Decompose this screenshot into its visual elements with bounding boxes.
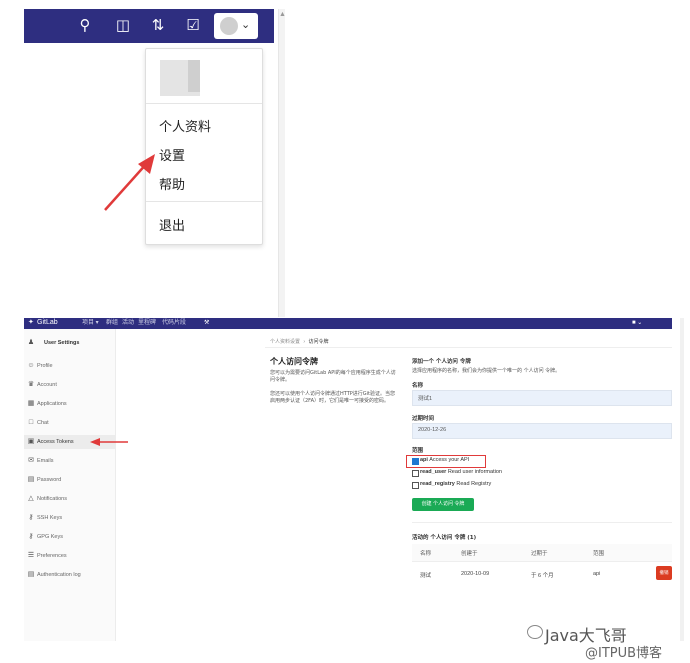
scope-api-checkbox[interactable]	[412, 458, 419, 465]
column-header: 创建于	[461, 551, 478, 557]
menu-item-logout[interactable]: 退出	[159, 215, 185, 234]
scrollbar[interactable]: ▲	[278, 9, 286, 317]
breadcrumb-item[interactable]: 个人资料设置	[270, 339, 300, 345]
sidebar-item-emails[interactable]: ✉ Emails	[24, 454, 115, 468]
sidebar-item-applications[interactable]: ▦ Applications	[24, 397, 115, 411]
token-scope-cell: api	[593, 571, 601, 577]
form-description: 选择应用程序的名称，我们会为你提供一个唯一的 个人访问 令牌。	[412, 368, 561, 374]
token-created-cell: 2020-10-09	[461, 571, 490, 577]
breadcrumb-item: 访问令牌	[308, 339, 329, 345]
name-label: 名称	[412, 383, 424, 389]
scrollbar[interactable]	[680, 318, 684, 641]
applications-icon: ▦	[27, 400, 35, 407]
form-heading: 添加一个 个人访问 令牌	[412, 359, 471, 365]
active-tokens-heading: 活动的 个人访问 令牌 (1)	[412, 535, 477, 541]
sidebar-header: ♟ User Settings	[24, 336, 115, 350]
token-expires-cell: 于 6 个月	[531, 573, 554, 579]
nav-snippets[interactable]: 代码片段	[162, 318, 186, 328]
avatar	[220, 17, 238, 35]
column-header: 名称	[420, 551, 432, 557]
sidebar-item-account[interactable]: ♛ Account	[24, 378, 115, 392]
expiry-label: 过期时间	[412, 416, 435, 422]
search-icon[interactable]: ⚲	[76, 17, 94, 35]
token-name-cell: 测试	[420, 573, 432, 579]
dropdown-avatar	[160, 60, 200, 96]
menu-item-help[interactable]: 帮助	[159, 174, 185, 193]
wrench-icon[interactable]: ⚒	[204, 318, 209, 328]
gitlab-navbar: ✦ GitLab 项目 ▾ 群组 活动 里程碑 代码片段 ⚒ ■ ⌄	[24, 318, 672, 329]
sidebar-item-ssh-keys[interactable]: ⚷ SSH Keys	[24, 511, 115, 525]
sidebar-item-profile[interactable]: ☺ Profile	[24, 359, 115, 373]
ssh-keys-icon: ⚷	[28, 514, 34, 521]
merge-request-icon[interactable]: ⇅	[149, 17, 167, 35]
user-icon: ♟	[27, 339, 35, 346]
divider	[146, 103, 262, 104]
divider	[412, 522, 672, 523]
todo-check-icon[interactable]: ☑	[184, 17, 202, 35]
access-tokens-icon: ▣	[27, 438, 35, 445]
settings-sidebar: ♟ User Settings ☺ Profile ♛ Account ▦ Ap…	[24, 329, 116, 641]
create-token-button[interactable]: 创建 个人访问 令牌	[412, 498, 474, 511]
sidebar-item-authentication-log[interactable]: ▤ Authentication log	[24, 568, 115, 582]
sidebar-item-chat[interactable]: □ Chat	[24, 416, 115, 430]
todo-panel-icon[interactable]: ◫	[114, 17, 132, 35]
nav-groups[interactable]: 群组	[106, 318, 118, 328]
sidebar-item-gpg-keys[interactable]: ⚷ GPG Keys	[24, 530, 115, 544]
profile-icon: ☺	[27, 362, 35, 369]
column-header: 过期于	[531, 551, 548, 557]
expiry-date-input[interactable]: 2020-12-26	[412, 423, 672, 439]
user-dropdown-menu: 个人资料 设置 帮助 退出	[145, 48, 263, 245]
section-description: 您可以为需要访问GitLab API的每个应用程序生成个人访问令牌。	[270, 370, 396, 383]
wechat-icon	[527, 625, 543, 639]
password-icon: ▤	[27, 476, 35, 483]
emails-icon: ✉	[28, 457, 34, 464]
sidebar-item-preferences[interactable]: ☰ Preferences	[24, 549, 115, 563]
divider	[146, 201, 262, 202]
menu-item-settings[interactable]: 设置	[159, 145, 185, 164]
scopes-label: 范围	[412, 448, 424, 454]
nav-milestones[interactable]: 里程碑	[138, 318, 156, 328]
notifications-icon: △	[28, 495, 34, 502]
user-avatar-dropdown[interactable]: ⌄	[214, 13, 258, 39]
column-header: 范围	[593, 551, 605, 557]
scope-api: api Access your API	[420, 457, 470, 463]
scroll-up-arrow-icon[interactable]: ▲	[279, 11, 286, 18]
scope-read-user: read_user Read user information	[420, 469, 502, 475]
preferences-icon: ☰	[27, 552, 35, 559]
nav-activity[interactable]: 活动	[122, 318, 134, 328]
scope-read-user-checkbox[interactable]	[412, 470, 419, 477]
section-title: 个人访问令牌	[270, 357, 318, 366]
annotation-arrow	[104, 154, 155, 211]
chevron-down-icon: ⌄	[241, 19, 251, 31]
scope-read-registry: read_registry Read Registry	[420, 481, 492, 487]
annotation-arrow	[90, 438, 128, 446]
account-icon: ♛	[27, 381, 35, 388]
divider	[265, 347, 672, 348]
gitlab-logo[interactable]: ✦	[28, 318, 34, 328]
breadcrumb: 个人资料设置 › 访问令牌	[270, 339, 329, 345]
menu-item-profile[interactable]: 个人资料	[159, 116, 211, 135]
token-name-input[interactable]: 测试1	[412, 390, 672, 406]
sidebar-item-notifications[interactable]: △ Notifications	[24, 492, 115, 506]
user-avatar[interactable]: ■ ⌄	[632, 318, 642, 328]
top-navbar: ⚲ ◫ ⇅ ☑ ⌄	[24, 9, 274, 43]
authentication-log-icon: ▤	[27, 571, 35, 578]
sidebar-item-password[interactable]: ▤ Password	[24, 473, 115, 487]
gpg-keys-icon: ⚷	[28, 533, 34, 540]
revoke-button[interactable]: 撤销	[656, 566, 672, 580]
scope-read-registry-checkbox[interactable]	[412, 482, 419, 489]
brand-name[interactable]: GitLab	[37, 318, 58, 328]
chat-icon: □	[28, 419, 34, 426]
nav-projects[interactable]: 项目 ▾	[82, 318, 99, 328]
watermark-site: @ITPUB博客	[585, 646, 663, 661]
section-description: 您还可以使用个人访问令牌通过HTTP进行Git验证。当您启用两步认证（2FA）时…	[270, 391, 396, 404]
